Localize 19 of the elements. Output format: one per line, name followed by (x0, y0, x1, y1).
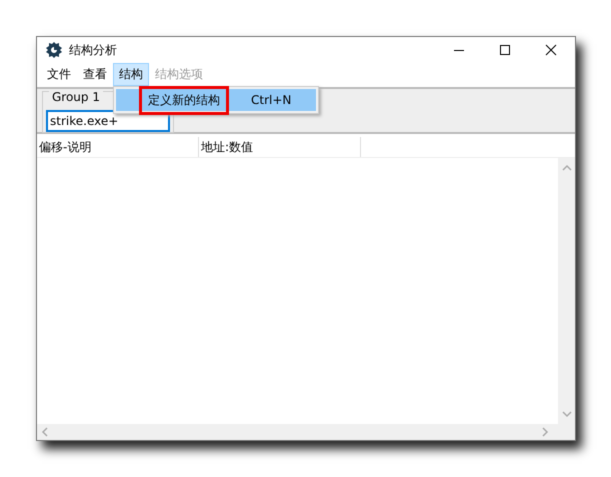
menu-label: 定义新的结构 (139, 86, 229, 114)
close-icon[interactable] (545, 44, 557, 56)
group-title: Group 1 (49, 90, 103, 104)
maximize-icon[interactable] (499, 44, 511, 56)
address-field[interactable]: strike.exe+ (46, 110, 170, 132)
vertical-scrollbar[interactable] (558, 158, 575, 424)
scroll-down-icon[interactable] (562, 410, 572, 418)
scroll-up-icon[interactable] (562, 164, 572, 172)
shortcut-label: Ctrl+N (251, 93, 292, 107)
scroll-right-icon[interactable] (541, 427, 549, 437)
column-header[interactable]: 偏移-说明 (37, 137, 199, 157)
column-header[interactable]: 地址:数值 (199, 137, 361, 157)
menu-item[interactable]: 查看 (77, 62, 113, 86)
horizontal-scrollbar[interactable] (37, 424, 575, 440)
window-title: 结构分析 (69, 42, 117, 58)
menu-item[interactable]: 结构 (113, 62, 149, 86)
menu-item[interactable]: 文件 (41, 62, 77, 86)
gear-icon (45, 41, 63, 59)
scroll-left-icon[interactable] (41, 427, 49, 437)
